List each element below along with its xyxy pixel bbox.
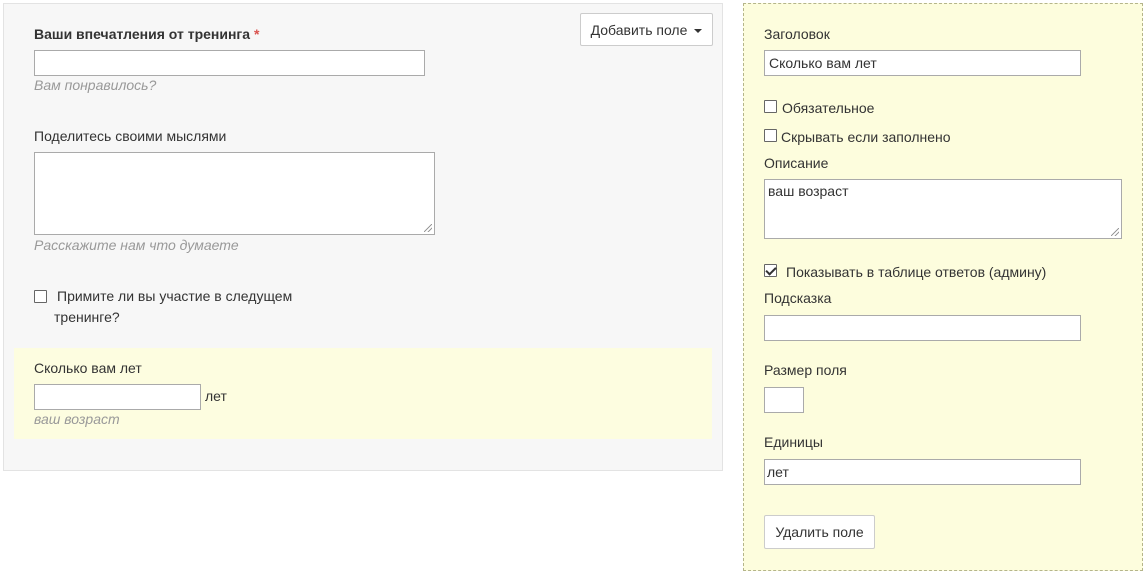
participation-label-line1: Примите ли вы участие в следущем xyxy=(57,288,293,304)
thoughts-label: Поделитесь своими мыслями xyxy=(34,128,227,144)
add-field-label: Добавить поле xyxy=(590,21,688,38)
units-setting-label: Единицы xyxy=(764,434,823,450)
impressions-hint: Вам понравилось? xyxy=(34,77,157,93)
size-setting-input[interactable] xyxy=(764,387,804,413)
participation-checkbox[interactable] xyxy=(34,290,47,303)
age-input[interactable] xyxy=(34,384,201,410)
add-field-dropdown-button[interactable]: Добавить поле xyxy=(580,13,713,46)
impressions-label: Ваши впечатления от тренинга * xyxy=(34,26,260,42)
resize-grip-icon[interactable] xyxy=(1111,228,1119,236)
resize-grip-icon[interactable] xyxy=(424,224,432,232)
hint-setting-label: Подсказка xyxy=(764,290,832,306)
hide-if-filled-checkbox[interactable] xyxy=(764,129,777,142)
delete-field-button[interactable]: Удалить поле xyxy=(764,515,875,549)
title-setting-input[interactable] xyxy=(764,50,1081,76)
show-in-table-label: Показывать в таблице ответов (админу) xyxy=(786,264,1047,280)
hide-if-filled-label: Скрывать если заполнено xyxy=(781,129,951,145)
thoughts-hint: Расскажите нам что думаете xyxy=(34,237,239,253)
required-asterisk: * xyxy=(254,26,260,42)
thoughts-textarea[interactable] xyxy=(34,152,435,235)
units-setting-input[interactable] xyxy=(764,459,1081,485)
age-label: Сколько вам лет xyxy=(34,360,142,376)
show-in-table-checkbox[interactable] xyxy=(764,264,777,277)
caret-down-icon xyxy=(694,28,703,33)
size-setting-label: Размер поля xyxy=(764,362,847,378)
required-checkbox-label: Обязательное xyxy=(782,100,875,116)
hint-setting-input[interactable] xyxy=(764,315,1081,341)
age-units: лет xyxy=(205,388,227,404)
title-setting-label: Заголовок xyxy=(764,26,830,42)
description-setting-label: Описание xyxy=(764,155,829,171)
description-setting-textarea[interactable]: ваш возраст xyxy=(764,179,1122,239)
required-checkbox[interactable] xyxy=(764,100,777,113)
participation-label-line2: тренинге? xyxy=(54,309,120,325)
field-settings-panel xyxy=(743,3,1143,571)
impressions-input[interactable] xyxy=(34,50,425,76)
age-hint: ваш возраст xyxy=(34,411,120,427)
